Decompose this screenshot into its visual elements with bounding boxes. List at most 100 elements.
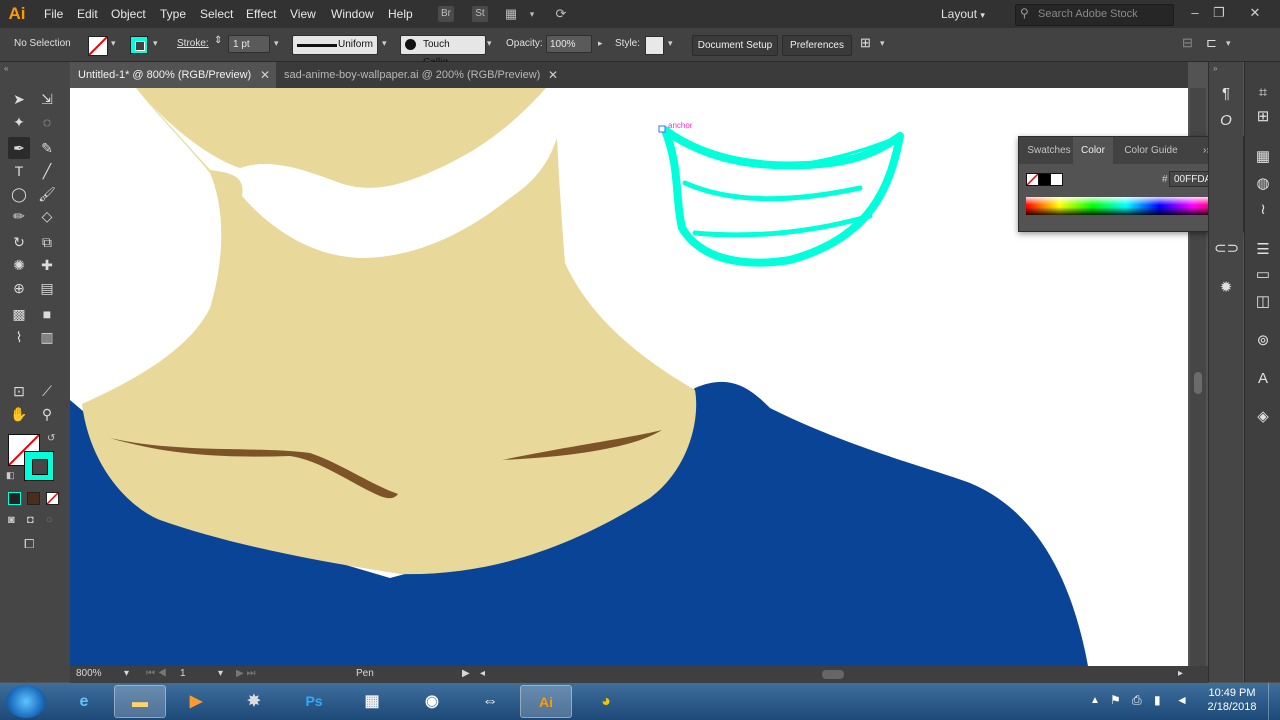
ellipse-tool-icon[interactable]: ◯ (8, 183, 30, 205)
align-icon[interactable]: ⊟ (1182, 35, 1193, 51)
lasso-tool-icon[interactable]: ◌ (36, 111, 58, 133)
action-center-icon[interactable]: ⚑ (1110, 693, 1121, 707)
opacity-field[interactable]: 100% (546, 35, 592, 53)
taskbar-photoshop[interactable]: Ps (288, 685, 340, 718)
taskbar-teamviewer[interactable]: ⇔ (464, 685, 516, 718)
magic-wand-tool-icon[interactable]: ✦ (8, 111, 30, 133)
network-icon[interactable]: ▮ (1154, 693, 1161, 707)
minimize-icon[interactable]: – (1186, 4, 1204, 22)
menu-object[interactable]: Object (111, 0, 146, 28)
warp-tool-icon[interactable]: ✺ (8, 254, 30, 276)
taskbar-video-editor[interactable]: ▦ (346, 685, 398, 718)
taskbar-chrome[interactable]: ◕ (580, 685, 632, 718)
creative-cloud-icon[interactable]: ⊚ (1251, 330, 1275, 352)
collapse-icon[interactable]: « (4, 64, 8, 73)
chevron-down-icon[interactable]: ▾ (274, 38, 279, 49)
tab-untitled-1[interactable]: Untitled-1* @ 800% (RGB/Preview) ✕ (70, 62, 276, 88)
stroke-profile-select[interactable]: Uniform (292, 35, 378, 55)
menu-window[interactable]: Window (331, 0, 374, 28)
fill-none-swatch[interactable] (88, 36, 108, 56)
appearance-icon[interactable]: ✹ (1214, 277, 1238, 299)
taskbar-illustrator[interactable]: Ai (520, 685, 572, 718)
layers-icon[interactable]: ◈ (1251, 406, 1275, 428)
start-button[interactable] (6, 685, 46, 718)
brush-definition-select[interactable]: Touch Callig... (400, 35, 486, 68)
bridge-icon[interactable]: Br (438, 6, 454, 22)
zoom-level[interactable]: 800% (76, 668, 102, 679)
tab-color[interactable]: Color (1073, 137, 1113, 164)
preferences-button[interactable]: Preferences (782, 35, 852, 56)
menu-effect[interactable]: Effect (246, 0, 276, 28)
perspective-grid-tool-icon[interactable]: ▤ (36, 277, 58, 299)
draw-behind-icon[interactable]: ◘ (27, 514, 34, 526)
scale-tool-icon[interactable]: ⧉ (36, 231, 58, 253)
show-hidden-icons[interactable]: ▲ (1090, 695, 1100, 706)
chevron-down-icon[interactable]: ▾ (153, 38, 158, 49)
close-icon[interactable]: ✕ (548, 62, 558, 88)
default-fill-stroke-icon[interactable]: ◧ (6, 470, 15, 481)
gradient-mode-icon[interactable] (27, 492, 40, 505)
puppet-warp-tool-icon[interactable]: ✚ (36, 254, 58, 276)
menu-view[interactable]: View (290, 0, 316, 28)
taskbar-media-player[interactable]: ▶ (170, 685, 222, 718)
slice-tool-icon[interactable]: ⟋ (36, 380, 58, 402)
stock-icon[interactable]: St (472, 6, 488, 22)
gradient-panel-icon[interactable]: ▭ (1251, 264, 1275, 286)
scrollbar-thumb[interactable] (1194, 372, 1202, 394)
zoom-tool-icon[interactable]: ⚲ (36, 403, 58, 425)
workspace-switcher[interactable]: Layout ▾ (941, 0, 985, 28)
device-icon[interactable]: ⎙ (1132, 693, 1142, 708)
pencil-tool-icon[interactable]: ✏ (8, 205, 30, 227)
chevron-down-icon[interactable]: ▾ (880, 38, 885, 49)
stroke-weight-field[interactable]: 1 pt (228, 35, 270, 53)
taskbar-ie[interactable]: e (58, 685, 110, 718)
chevron-down-icon[interactable]: ▾ (218, 668, 223, 679)
clock[interactable]: 10:49 PM 2/18/2018 (1200, 687, 1264, 713)
chevron-down-icon[interactable]: ▾ (124, 668, 129, 679)
menu-type[interactable]: Type (160, 0, 186, 28)
gradient-tool-icon[interactable]: ■ (36, 303, 58, 325)
gpu-performance-icon[interactable]: ⟳ (553, 6, 569, 22)
pen-tool-icon[interactable]: ✒ (8, 137, 30, 159)
tab-sad-anime-boy-wallpaper[interactable]: sad-anime-boy-wallpaper.ai @ 200% (RGB/P… (276, 62, 566, 88)
type-tool-icon[interactable]: T (8, 160, 30, 182)
scroll-left-icon[interactable]: ◂ (480, 668, 485, 679)
chevron-down-icon[interactable]: ▾ (1226, 38, 1231, 49)
volume-icon[interactable]: ◄ (1176, 693, 1188, 707)
none-mode-icon[interactable] (46, 492, 59, 505)
color-spectrum[interactable] (1026, 197, 1226, 215)
opentype-icon[interactable]: O (1214, 110, 1238, 132)
chevron-down-icon[interactable]: ▾ (382, 38, 387, 49)
menu-edit[interactable]: Edit (77, 0, 98, 28)
screen-mode-icon[interactable]: ⧠ (24, 536, 34, 552)
stroke-panel-icon[interactable]: ☰ (1251, 239, 1275, 261)
links-icon[interactable]: ⊂⊃ (1214, 238, 1239, 260)
stroke-stepper-icon[interactable]: ⇕ (214, 35, 222, 46)
menu-help[interactable]: Help (388, 0, 413, 28)
collapse-icon[interactable]: » (1213, 64, 1217, 73)
taskbar-discord[interactable]: ◉ (406, 685, 458, 718)
document-setup-button[interactable]: Document Setup (692, 35, 778, 56)
chevron-right-icon[interactable]: ▶ (462, 668, 470, 679)
menu-file[interactable]: File (44, 0, 63, 28)
close-icon[interactable]: ✕ (1246, 4, 1264, 22)
chevron-right-icon[interactable]: ▸ (598, 38, 603, 49)
chevron-down-icon[interactable]: ▾ (487, 38, 492, 49)
align-panel-icon[interactable]: ⊞ (1251, 106, 1275, 128)
show-desktop-button[interactable] (1268, 683, 1280, 720)
graphic-style-swatch[interactable] (645, 36, 664, 55)
restore-icon[interactable]: ❐ (1210, 4, 1228, 22)
artboard-tool-icon[interactable]: ⊡ (8, 380, 30, 402)
paragraph-icon[interactable]: ¶ (1214, 83, 1238, 105)
brushes-icon[interactable]: ≀ (1251, 199, 1275, 221)
white-swatch[interactable] (1050, 173, 1063, 186)
stroke-label[interactable]: Stroke: (177, 38, 209, 49)
chevron-down-icon[interactable]: ▾ (668, 38, 673, 49)
stroke-color-swatch[interactable] (130, 36, 148, 54)
swatches-panel-icon[interactable]: ▦ (1251, 146, 1275, 168)
last-artboard-icon[interactable]: ▶ ⏭ (236, 668, 255, 679)
mesh-tool-icon[interactable]: ▩ (8, 303, 30, 325)
eyedropper-tool-icon[interactable]: ⌇ (8, 326, 30, 348)
scroll-right-icon[interactable]: ▸ (1178, 668, 1183, 679)
selection-tool-icon[interactable]: ➤ (8, 88, 30, 110)
